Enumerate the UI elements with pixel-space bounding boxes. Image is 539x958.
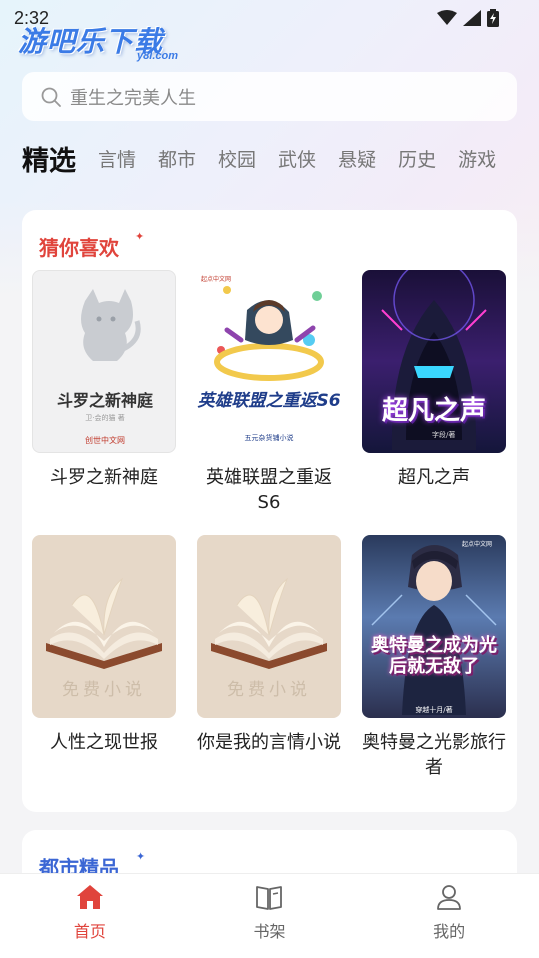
section-title: 猜你喜欢 xyxy=(39,236,119,260)
tab-label: 书架 xyxy=(253,921,286,941)
book-item[interactable]: 起点中文网 英雄联盟之重返S6 五元杂货铺小说 英雄联盟之重返S6 xyxy=(197,270,341,515)
book-item[interactable]: 起点中文网 奥特曼之成为光后就无敌了 穿越十月/著 奥特曼之光影旅行者 xyxy=(362,535,506,780)
home-icon xyxy=(76,884,103,909)
tab-romance[interactable]: 言情 xyxy=(98,145,136,172)
bottom-tab-bar: 首页 书架 我的 xyxy=(0,873,539,949)
logo-subtext: y8l.com xyxy=(137,50,178,62)
cover-title: 超凡之声 xyxy=(381,396,486,426)
anime-hero-illustration xyxy=(371,545,497,715)
tab-games[interactable]: 游戏 xyxy=(458,145,496,172)
book-cover: 起点中文网 奥特曼之成为光后就无敌了 穿越十月/著 xyxy=(362,535,506,718)
battery-icon xyxy=(487,9,499,27)
book-item[interactable]: 免费小说 你是我的言情小说 xyxy=(197,535,341,755)
tab-urban[interactable]: 都市 xyxy=(158,145,196,172)
tab-label: 首页 xyxy=(73,921,106,941)
wifi-icon xyxy=(437,10,457,25)
cover-title: 英雄联盟之重返S6 xyxy=(197,391,341,411)
book-cover: 起点中文网 英雄联盟之重返S6 五元杂货铺小说 xyxy=(197,270,341,453)
book-item[interactable]: 免费小说 人性之现世报 xyxy=(32,535,176,755)
book-title: 你是我的言情小说 xyxy=(197,732,341,753)
cover-brand: 起点中文网 xyxy=(201,276,232,283)
cover-brand: 创世中文网 xyxy=(85,436,125,445)
cover-title: 免费小说 xyxy=(62,680,146,700)
book-cover: 斗罗之新神庭 卫·会的猫 著 创世中文网 xyxy=(32,270,176,453)
cover-title: 免费小说 xyxy=(227,680,311,700)
status-icons xyxy=(437,9,499,27)
sparkle-icon: ✦ xyxy=(135,230,145,243)
cat-illustration xyxy=(81,289,141,361)
tab-home[interactable]: 首页 xyxy=(40,882,140,942)
book-cover: 免费小说 xyxy=(32,535,176,718)
profile-icon xyxy=(437,884,462,910)
cover-author: 卫·会的猫 著 xyxy=(85,414,125,422)
cover-title: 奥特曼之成为光后就无敌了 xyxy=(371,635,497,677)
book-cover: 免费小说 xyxy=(197,535,341,718)
recommend-section: 猜你喜欢 ✦ 斗罗之新神庭 卫·会的猫 著 创世中文网 斗罗之新神庭 起点中文网 xyxy=(22,210,517,812)
tab-featured[interactable]: 精选 xyxy=(22,139,76,178)
search-placeholder: 重生之完美人生 xyxy=(70,87,196,109)
search-bar[interactable]: 重生之完美人生 xyxy=(22,72,517,121)
tab-label: 我的 xyxy=(433,921,466,941)
tab-history[interactable]: 历史 xyxy=(398,145,436,172)
search-icon xyxy=(41,87,61,107)
tab-profile[interactable]: 我的 xyxy=(399,882,499,942)
book-item[interactable]: 斗罗之新神庭 卫·会的猫 著 创世中文网 斗罗之新神庭 xyxy=(32,270,176,490)
cover-subtitle: 五元杂货铺小说 xyxy=(244,434,294,442)
sparkle-icon: ✦ xyxy=(136,850,146,863)
category-tabs: 精选 言情 都市 校园 武侠 悬疑 历史 游戏 xyxy=(22,138,532,178)
cover-author: 穿越十月/著 xyxy=(415,706,453,714)
book-title: 斗罗之新神庭 xyxy=(50,467,158,488)
app-logo: 游吧乐下载 y8l.com xyxy=(18,20,188,66)
bookshelf-icon xyxy=(256,885,283,910)
tab-campus[interactable]: 校园 xyxy=(218,145,256,172)
gesture-area xyxy=(0,949,539,958)
tab-mystery[interactable]: 悬疑 xyxy=(338,145,376,172)
book-title: 英雄联盟之重返S6 xyxy=(206,467,332,513)
book-item[interactable]: 超凡之声 字段/著 超凡之声 xyxy=(362,270,506,490)
character-illustration xyxy=(214,286,324,381)
cover-title: 斗罗之新神庭 xyxy=(56,391,153,410)
book-title: 奥特曼之光影旅行者 xyxy=(362,732,506,778)
book-title: 人性之现世报 xyxy=(50,732,158,753)
cover-author: 字段/著 xyxy=(432,431,456,439)
cover-brand: 起点中文网 xyxy=(462,541,493,548)
tab-martial-arts[interactable]: 武侠 xyxy=(278,145,316,172)
tab-bookshelf[interactable]: 书架 xyxy=(219,882,319,942)
signal-icon xyxy=(463,10,481,26)
book-title: 超凡之声 xyxy=(398,467,470,488)
book-cover: 超凡之声 字段/著 xyxy=(362,270,506,453)
